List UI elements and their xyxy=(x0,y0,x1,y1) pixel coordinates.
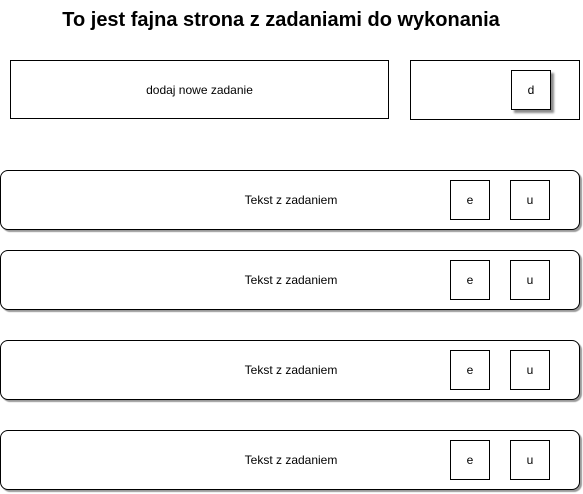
edit-task-button[interactable]: e xyxy=(450,180,490,220)
task-row: Tekst z zadaniem e u xyxy=(0,430,580,490)
task-row: Tekst z zadaniem e u xyxy=(0,340,580,400)
task-list: Tekst z zadaniem e u Tekst z zadaniem e … xyxy=(0,0,583,494)
edit-task-button[interactable]: e xyxy=(450,260,490,300)
task-row: Tekst z zadaniem e u xyxy=(0,250,580,310)
edit-task-button[interactable]: e xyxy=(450,350,490,390)
task-row: Tekst z zadaniem e u xyxy=(0,170,580,230)
delete-task-button[interactable]: u xyxy=(510,350,550,390)
task-text: Tekst z zadaniem xyxy=(244,273,338,287)
edit-task-button[interactable]: e xyxy=(450,440,490,480)
delete-task-button[interactable]: u xyxy=(510,260,550,300)
task-text: Tekst z zadaniem xyxy=(244,193,338,207)
delete-task-button[interactable]: u xyxy=(510,180,550,220)
delete-task-button[interactable]: u xyxy=(510,440,550,480)
task-text: Tekst z zadaniem xyxy=(244,453,338,467)
task-text: Tekst z zadaniem xyxy=(244,363,338,377)
